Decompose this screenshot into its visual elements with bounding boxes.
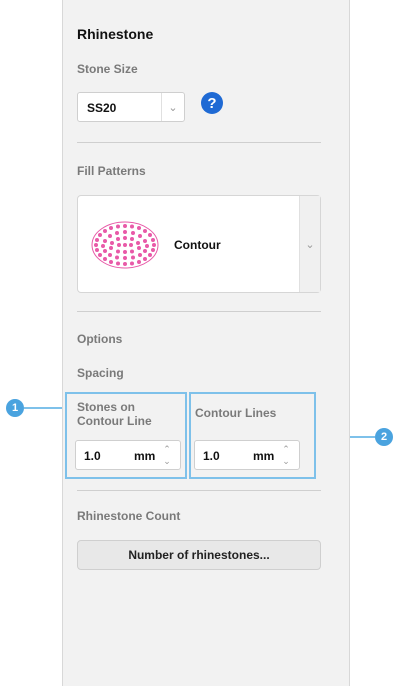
chevron-down-icon[interactable]: ⌄ [160, 455, 174, 468]
callout-1-badge: 1 [6, 399, 24, 417]
contour-lines-unit: mm [253, 449, 275, 463]
contour-lines-value: 1.0 [203, 449, 220, 463]
stones-on-contour-value: 1.0 [84, 449, 101, 463]
divider [77, 490, 321, 491]
rhinestone-count-label: Rhinestone Count [77, 509, 181, 523]
rhinestone-panel: Rhinestone Stone Size SS20 ⌄ ? Fill Patt… [62, 0, 350, 686]
fill-pattern-value: Contour [174, 238, 221, 252]
contour-pattern-icon [90, 220, 160, 275]
stones-on-contour-stepper[interactable]: 1.0 mm ⌃ ⌄ [75, 440, 181, 470]
callout-1-line [24, 407, 64, 409]
contour-lines-stepper[interactable]: 1.0 mm ⌃ ⌄ [194, 440, 300, 470]
number-of-rhinestones-button[interactable]: Number of rhinestones... [77, 540, 321, 570]
stone-size-value: SS20 [87, 101, 117, 115]
chevron-down-icon[interactable]: ⌄ [279, 455, 293, 468]
contour-lines-label: Contour Lines [195, 406, 277, 420]
divider [77, 311, 321, 312]
help-icon[interactable]: ? [201, 92, 223, 114]
callout-2-badge: 2 [375, 428, 393, 446]
stones-on-contour-unit: mm [134, 449, 156, 463]
options-label: Options [77, 332, 123, 346]
stone-size-select[interactable]: SS20 ⌄ [77, 92, 185, 122]
fill-pattern-select[interactable]: Contour ⌄ [77, 195, 321, 293]
stones-on-contour-label-line1: Stones on [77, 400, 136, 414]
spacing-label: Spacing [77, 366, 124, 380]
stone-size-label: Stone Size [77, 62, 138, 76]
chevron-down-icon[interactable]: ⌄ [299, 196, 320, 292]
chevron-down-icon[interactable]: ⌄ [161, 93, 184, 121]
panel-title: Rhinestone [77, 26, 154, 42]
fill-patterns-label: Fill Patterns [77, 164, 146, 178]
divider [77, 142, 321, 143]
stones-on-contour-label-line2: Contour Line [77, 414, 152, 428]
